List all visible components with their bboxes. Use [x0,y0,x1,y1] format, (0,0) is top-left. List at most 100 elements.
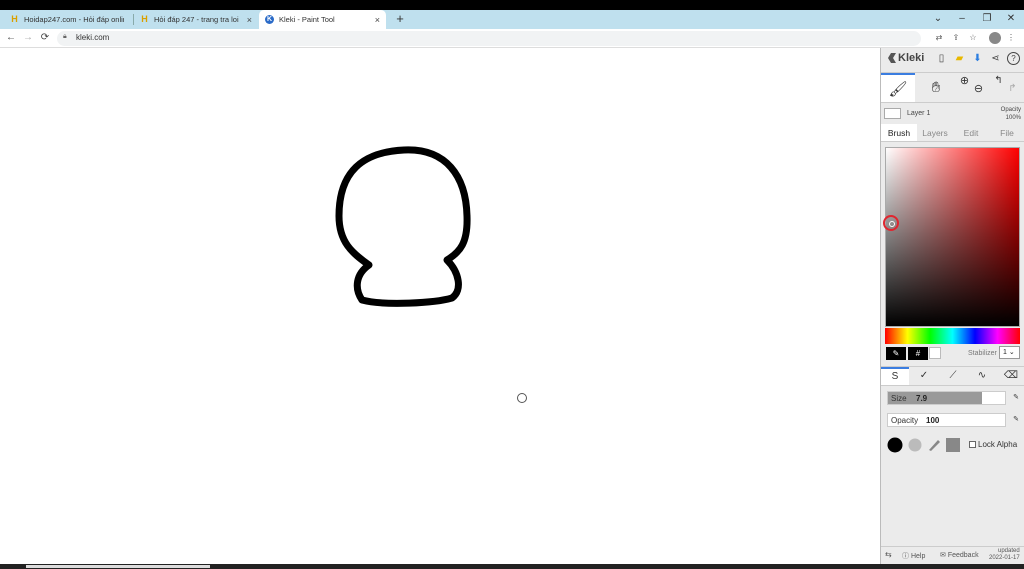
stabilizer-label: Stabilizer [968,350,997,357]
feedback-link-label: Feedback [947,552,979,559]
redo-icon: ↱ [1008,83,1017,94]
hoidap-favicon-icon: H [141,14,148,24]
feedback-icon: ✉ [940,552,946,559]
layer-opacity: Opacity 100% [1001,106,1021,122]
help-icon[interactable]: ? [1007,52,1020,65]
browser-toolbar: ← → ⟳ 🔒︎ kleki.com ⇄ ⇪ ☆ ⋮ [0,29,1024,48]
undo-button[interactable]: ↰ [991,73,1006,102]
tab-search-chevron-icon[interactable]: ⌄ [927,12,949,26]
layer-preview[interactable]: Layer 1 Opacity 100% [881,104,1024,126]
tab-file[interactable]: File [989,124,1024,141]
kleki-side-panel: Kleki ▯ ▰ ⬇ ⋖ ? 🖌︎ ✋︎ ⊕ ⊖ ↰ ↱ Layer 1 Op… [880,48,1024,564]
hoidap-favicon-icon: H [11,14,18,24]
swap-side-icon[interactable]: ⇆ [885,550,892,559]
tab-layers[interactable]: Layers [917,124,953,141]
translate-icon[interactable]: ⇄ [933,32,945,44]
sketchy-brush-button[interactable]: ⟋ [939,367,967,385]
square-brush-icon[interactable] [945,437,961,453]
back-button[interactable]: ← [4,31,18,45]
pen-brush-button[interactable]: S [881,367,909,385]
updated-date: 2022-01-17 [989,555,1020,561]
zoom-in-button[interactable]: ⊕ [957,73,972,102]
browser-menu-icon[interactable]: ⋮ [1005,32,1017,44]
feedback-link[interactable]: ✉ Feedback [940,551,979,559]
brush-opacity-label: Opacity [891,416,919,425]
stabilizer-value: 1 [1003,349,1007,356]
blend-brush-button[interactable]: ✓ [910,367,938,385]
zoom-out-icon: ⊖ [973,83,984,95]
brush-tool-button[interactable]: 🖌︎ [881,73,915,102]
chisel-brush-icon[interactable] [926,437,942,453]
brush-icon: 🖌︎ [888,81,908,98]
sketchy-brush-icon: ⟋ [949,370,957,381]
restore-button[interactable]: ❐ [976,12,998,26]
tab-title: Kleki - Paint Tool [279,15,335,24]
undo-icon: ↰ [994,75,1003,86]
round-brush-icon[interactable] [887,437,903,453]
brush-type-row: S ✓ ⟋ ∿ ⌫ [881,366,1024,386]
url-text: kleki.com [76,33,110,42]
eyedropper-icon: ✎ [892,349,900,358]
brush-size-label: Size [891,394,907,403]
lock-icon: 🔒︎ [63,33,67,40]
kleki-favicon-icon: K [265,15,274,24]
browser-tab-hoidap-2[interactable]: H Hỏi đáp 247 - trang tra loi × [134,10,258,29]
reload-button[interactable]: ⟳ [38,31,52,45]
lock-alpha-checkbox[interactable]: Lock Alpha [969,440,1017,449]
lock-alpha-label: Lock Alpha [978,440,1018,449]
open-folder-icon[interactable]: ▰ [953,52,966,65]
browser-tab-kleki[interactable]: K Kleki - Paint Tool × [259,10,386,29]
window-close-button[interactable]: ✕ [1000,12,1022,26]
new-image-icon[interactable]: ▯ [935,52,948,65]
brush-size-slider[interactable]: Size 7.9 [887,391,1006,405]
smooth-brush-icon: ∿ [977,370,987,381]
tab-title: Hoidap247.com - Hỏi đáp online [24,15,124,24]
hash-icon: # [915,349,921,358]
secondary-color-swatch[interactable] [929,347,941,359]
hue-slider[interactable] [885,328,1020,344]
hand-icon: ✋︎ [931,79,941,96]
stabilizer-select[interactable]: 1 ⌄ [999,346,1020,359]
profile-avatar[interactable] [989,32,1001,44]
kleki-logo: Kleki [887,52,924,64]
close-icon[interactable]: × [375,15,380,25]
brush-opacity-slider[interactable]: Opacity 100 [887,413,1006,427]
layer-opacity-value: 100% [1005,115,1021,121]
minimize-button[interactable]: – [951,12,973,26]
eraser-icon: ⌫ [1003,370,1019,381]
hand-tool-button[interactable]: ✋︎ [919,73,953,102]
tab-edit[interactable]: Edit [953,124,989,141]
color-saturation-picker[interactable] [885,147,1020,327]
hex-input-button[interactable]: # [908,347,928,360]
pressure-toggle-icon[interactable]: ✎ [1011,393,1021,403]
bookmark-star-icon[interactable]: ☆ [967,32,979,44]
panel-tabs: Brush Layers Edit File [881,124,1024,142]
tab-brush[interactable]: Brush [881,124,917,141]
updated-label: updated [998,548,1020,554]
download-icon[interactable]: ⬇ [971,52,984,65]
close-icon[interactable]: × [247,15,252,25]
help-link[interactable]: ⓘ Help [902,551,925,561]
app-name: Kleki [898,52,925,64]
drawing-canvas[interactable] [0,48,880,564]
soft-brush-icon[interactable] [907,437,923,453]
brush-shape-row: Lock Alpha [881,435,1024,455]
eyedropper-button[interactable]: ✎ [886,347,906,360]
smooth-brush-button[interactable]: ∿ [968,367,996,385]
help-circle-icon: ⓘ [902,553,909,560]
share-icon[interactable]: ⋖ [989,52,1002,65]
forward-button[interactable]: → [21,31,35,45]
pen-brush-icon: S [891,371,899,382]
brush-opacity-value: 100 [926,416,940,425]
eraser-button[interactable]: ⌫ [997,367,1024,385]
share-page-icon[interactable]: ⇪ [950,32,962,44]
address-bar[interactable]: 🔒︎ kleki.com [57,31,921,46]
color-tools: ✎ # Stabilizer 1 ⌄ [881,345,1024,363]
browser-tab-hoidap-1[interactable]: H Hoidap247.com - Hỏi đáp online [4,10,130,29]
kleki-logo-icon [888,53,896,63]
tool-row: 🖌︎ ✋︎ ⊕ ⊖ ↰ ↱ [881,72,1024,103]
tab-title: Hỏi đáp 247 - trang tra loi [154,15,239,24]
new-tab-button[interactable]: + [393,12,407,26]
color-picker-cursor[interactable] [883,215,899,231]
pressure-toggle-icon[interactable]: ✎ [1011,415,1021,425]
